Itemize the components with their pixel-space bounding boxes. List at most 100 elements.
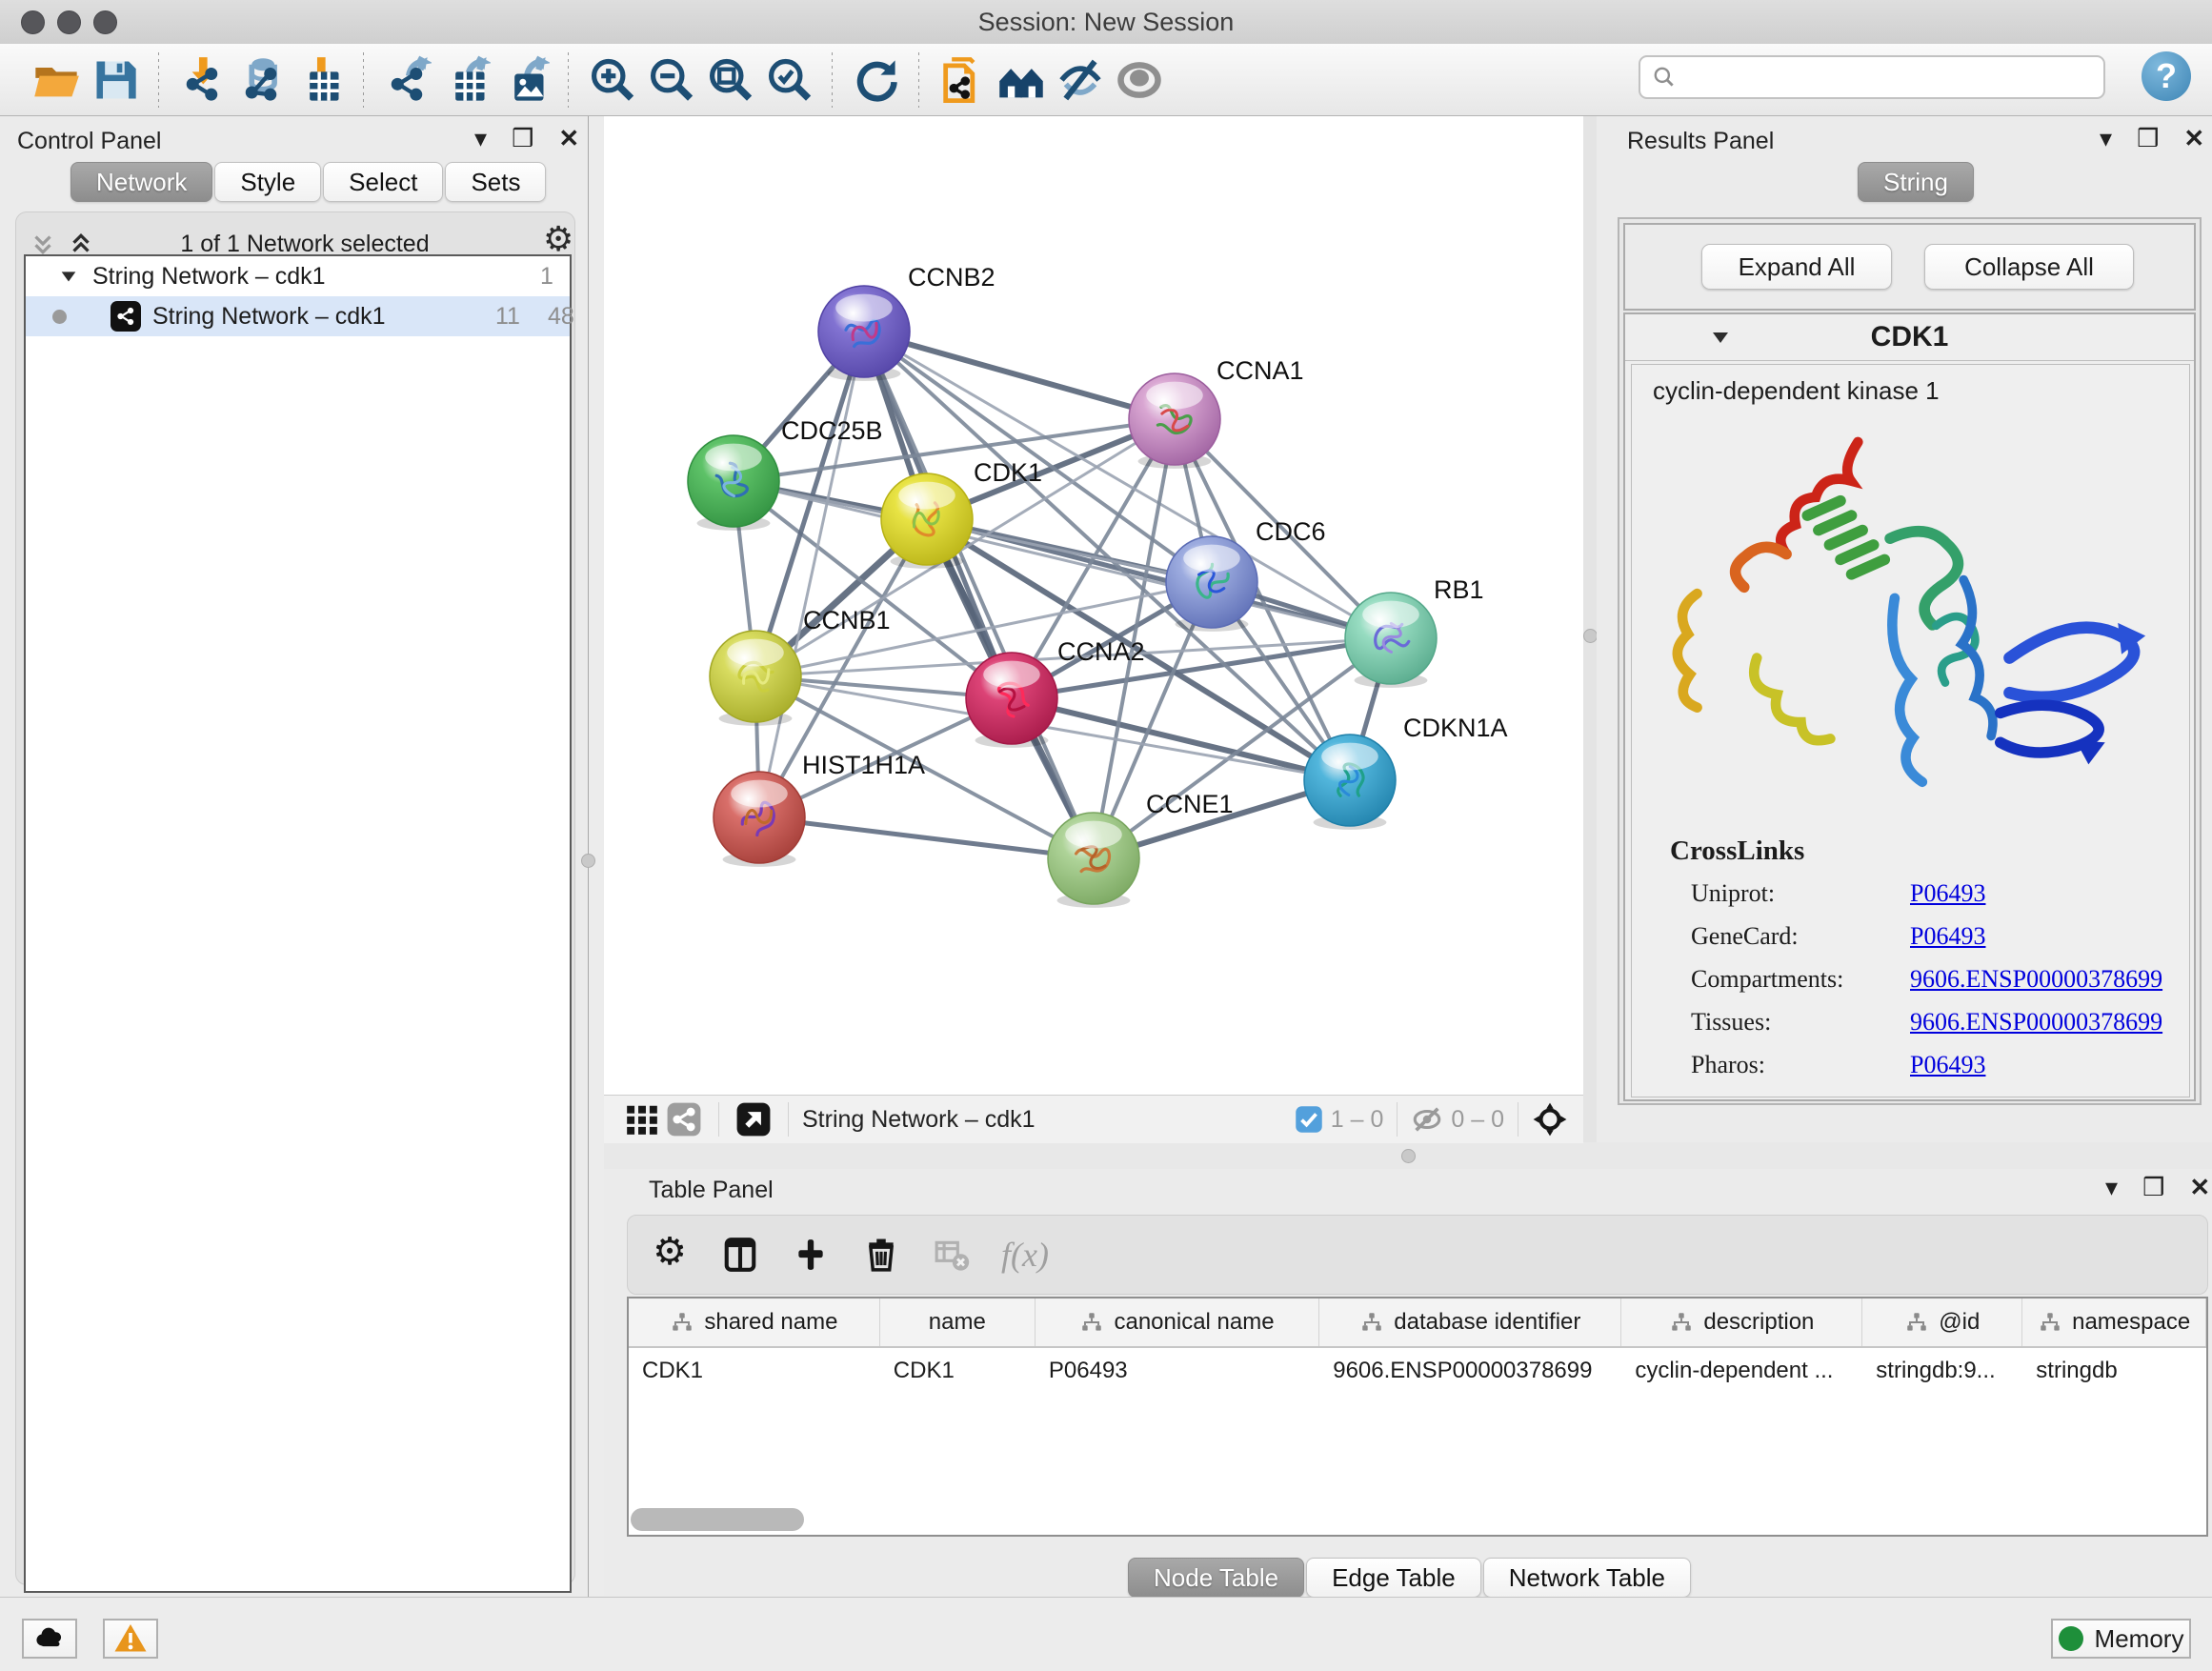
expand-all-button[interactable]: Expand All — [1701, 244, 1892, 290]
show-all-button[interactable] — [1110, 50, 1169, 110]
show-columns-icon[interactable] — [719, 1234, 761, 1276]
node-table[interactable]: shared namenamecanonical namedatabase id… — [627, 1297, 2208, 1537]
network-collection-row[interactable]: String Network – cdk1 1 — [26, 256, 570, 296]
tab-network-table[interactable]: Network Table — [1483, 1558, 1691, 1598]
delete-column-icon[interactable] — [860, 1234, 902, 1276]
search-box[interactable] — [1639, 55, 2105, 99]
edge-CCNE1-HIST1H1A[interactable] — [759, 817, 1094, 858]
import-network-button[interactable] — [172, 50, 231, 110]
tab-string[interactable]: String — [1858, 162, 1974, 202]
zoom-selected-button[interactable] — [759, 50, 818, 110]
column-header-description[interactable]: description — [1621, 1299, 1862, 1346]
node-label-CCNE1: CCNE1 — [1146, 790, 1234, 818]
panel-close-icon[interactable]: ✕ — [2189, 1173, 2210, 1202]
export-table-button[interactable] — [436, 50, 495, 110]
crosslink-link[interactable]: 9606.ENSP00000378699 — [1910, 965, 2162, 994]
table-horizontal-scrollbar[interactable] — [631, 1508, 804, 1531]
node-CCNA1[interactable]: CCNA1 — [1129, 356, 1304, 469]
panel-menu-icon[interactable]: ▾ — [474, 124, 487, 153]
function-builder-icon: f(x) — [1001, 1235, 1049, 1275]
table-cell[interactable]: cyclin-dependent ... — [1621, 1348, 1862, 1394]
crosslink-link[interactable]: 9606.ENSP00000378699 — [1910, 1008, 2162, 1037]
selected-checkbox-icon[interactable] — [1295, 1105, 1323, 1134]
zoom-in-button[interactable] — [582, 50, 641, 110]
table-cell[interactable]: stringdb — [2022, 1348, 2206, 1394]
zoom-fit-button[interactable] — [700, 50, 759, 110]
zoom-out-button[interactable] — [641, 50, 700, 110]
network-view-icon[interactable] — [663, 1098, 705, 1140]
hide-selected-button[interactable] — [1051, 50, 1110, 110]
splitter-handle[interactable] — [581, 854, 595, 868]
protein-structure-image — [1660, 416, 2175, 826]
panel-float-icon[interactable]: ❒ — [2137, 124, 2159, 153]
panel-float-icon[interactable]: ❒ — [512, 124, 533, 153]
network-graph[interactable]: CCNB2CCNA1CDC25BCDK1CDC6RB1CCNB1CCNA2CDK… — [604, 116, 1583, 1095]
import-table-button[interactable] — [291, 50, 350, 110]
control-panel: Control Panel ▾ ❒ ✕ NetworkStyleSelectSe… — [0, 116, 589, 1597]
column-type-icon — [1359, 1310, 1384, 1335]
tab-node-table[interactable]: Node Table — [1128, 1558, 1304, 1598]
network-from-selection-button[interactable] — [933, 50, 992, 110]
table-cell[interactable]: CDK1 — [629, 1348, 880, 1394]
panel-float-icon[interactable]: ❒ — [2142, 1173, 2164, 1202]
save-session-button[interactable] — [86, 50, 145, 110]
table-settings-gear-icon[interactable]: ⚙ — [649, 1231, 691, 1273]
splitter-handle[interactable] — [1401, 1149, 1416, 1163]
crosslink-link[interactable]: P06493 — [1910, 879, 1985, 908]
tab-network[interactable]: Network — [70, 162, 212, 202]
warnings-button[interactable] — [103, 1619, 158, 1659]
hidden-eye-icon[interactable] — [1411, 1103, 1443, 1136]
column-header-database-identifier[interactable]: database identifier — [1319, 1299, 1621, 1346]
node-CCNE1[interactable]: CCNE1 — [1048, 790, 1234, 908]
edge-CCNB2-CCNE1[interactable] — [864, 332, 1094, 858]
column-header-namespace[interactable]: namespace — [2022, 1299, 2206, 1346]
birdseye-toggle-icon[interactable] — [1532, 1101, 1568, 1137]
node-CDKN1A[interactable]: CDKN1A — [1304, 714, 1508, 830]
column-header-shared-name[interactable]: shared name — [629, 1299, 880, 1346]
splitter-handle[interactable] — [1583, 629, 1598, 643]
open-session-button[interactable] — [27, 50, 86, 110]
panel-menu-icon[interactable]: ▾ — [2100, 124, 2112, 153]
network-options-gear-icon[interactable]: ⚙ — [543, 219, 573, 259]
export-network-button[interactable] — [377, 50, 436, 110]
grid-view-icon[interactable] — [621, 1098, 663, 1140]
create-column-icon[interactable] — [790, 1234, 832, 1276]
table-row[interactable]: CDK1CDK1P064939606.ENSP00000378699cyclin… — [629, 1348, 2206, 1394]
collapse-all-button[interactable]: Collapse All — [1924, 244, 2134, 290]
node-HIST1H1A[interactable]: HIST1H1A — [714, 751, 925, 867]
first-neighbors-button[interactable] — [992, 50, 1051, 110]
expander-icon[interactable] — [58, 266, 79, 287]
table-cell[interactable]: stringdb:9... — [1862, 1348, 2022, 1394]
node-RB1[interactable]: RB1 — [1345, 575, 1484, 688]
network-canvas[interactable]: CCNB2CCNA1CDC25BCDK1CDC6RB1CCNB1CCNA2CDK… — [604, 116, 1583, 1095]
refresh-network-button[interactable] — [846, 50, 905, 110]
panel-menu-icon[interactable]: ▾ — [2105, 1173, 2118, 1202]
column-header--id[interactable]: @id — [1862, 1299, 2022, 1346]
column-header-canonical-name[interactable]: canonical name — [1036, 1299, 1319, 1346]
cloud-button[interactable] — [22, 1619, 77, 1659]
tab-sets[interactable]: Sets — [445, 162, 546, 202]
tab-style[interactable]: Style — [214, 162, 321, 202]
crosslink-link[interactable]: P06493 — [1910, 1051, 1985, 1079]
edge-CCNB2-HIST1H1A[interactable] — [759, 332, 864, 817]
node-section-header[interactable]: CDK1 — [1625, 314, 2194, 361]
tab-edge-table[interactable]: Edge Table — [1306, 1558, 1481, 1598]
tab-select[interactable]: Select — [323, 162, 443, 202]
table-cell[interactable]: 9606.ENSP00000378699 — [1319, 1348, 1621, 1394]
memory-button[interactable]: Memory — [2051, 1619, 2191, 1659]
export-image-button[interactable] — [495, 50, 554, 110]
export-network-icon — [382, 55, 432, 105]
table-cell[interactable]: CDK1 — [880, 1348, 1036, 1394]
network-row-selected[interactable]: String Network – cdk1 11 48 — [26, 296, 570, 336]
panel-close-icon[interactable]: ✕ — [2183, 124, 2204, 153]
search-input[interactable] — [1677, 63, 2090, 91]
detach-view-icon[interactable] — [733, 1098, 774, 1140]
column-header-name[interactable]: name — [880, 1299, 1036, 1346]
panel-close-icon[interactable]: ✕ — [558, 124, 579, 153]
node-count: 11 — [495, 303, 520, 331]
crosslink-link[interactable]: P06493 — [1910, 922, 1985, 951]
help-button[interactable]: ? — [2142, 51, 2191, 101]
memory-label: Memory — [2095, 1624, 2184, 1654]
import-database-button[interactable] — [231, 50, 291, 110]
table-cell[interactable]: P06493 — [1036, 1348, 1319, 1394]
